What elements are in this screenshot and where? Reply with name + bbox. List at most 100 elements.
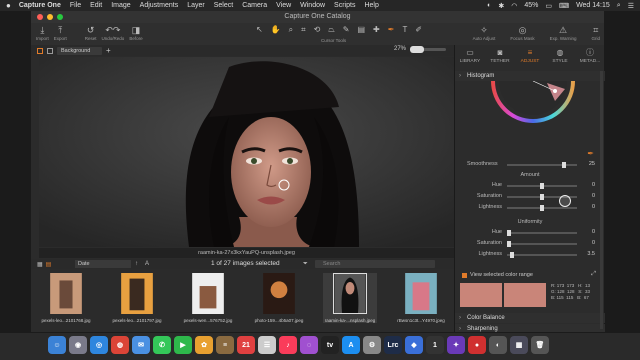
mail-icon[interactable]: ✉ — [132, 336, 150, 354]
zoom-tool-icon[interactable]: ⌕ — [289, 25, 293, 35]
search-icon[interactable]: ⌕ — [617, 2, 621, 10]
keystone-tool-icon[interactable]: ⏢ — [328, 25, 334, 35]
menu-window[interactable]: Window — [300, 2, 325, 9]
checkbox-checked[interactable] — [462, 272, 467, 278]
sort-select[interactable]: Date — [75, 260, 131, 268]
photos-icon[interactable]: ✿ — [195, 336, 213, 354]
finder-icon[interactable]: ☺ — [48, 336, 66, 354]
tv-icon[interactable]: tv — [321, 336, 339, 354]
app-icon[interactable]: ✦ — [447, 336, 465, 354]
tab-library[interactable]: ▭ LIBRARY — [455, 45, 485, 69]
export-button[interactable]: ⤒ Export — [54, 25, 67, 41]
exp-warning-button[interactable]: ⚠ Exp. Warning — [550, 25, 577, 41]
podcasts-icon[interactable]: ◌ — [300, 336, 318, 354]
messages-icon[interactable]: ✆ — [153, 336, 171, 354]
facetime-icon[interactable]: ▶ — [174, 336, 192, 354]
focus-mask-button[interactable]: ◎ Focus Mask — [510, 25, 534, 41]
lightroom-classic-icon[interactable]: Lrc — [384, 336, 402, 354]
picker-icon[interactable]: ✒ — [587, 149, 594, 158]
status-icon[interactable]: ◐ — [487, 2, 491, 9]
tab-adjust[interactable]: ≡ ADJUST — [515, 45, 545, 69]
thumbnail-item[interactable]: pexels-leo...2101768.jpg — [39, 273, 93, 323]
thumbnail-item[interactable]: rBwsn1c3t...Y4970.jpeg — [394, 273, 448, 323]
slider-knob[interactable] — [540, 194, 544, 200]
thumbnail-item[interactable]: photo-159...4b5a07.jpeg — [252, 273, 306, 323]
slider-knob[interactable] — [510, 252, 514, 258]
section-sharpening[interactable]: › Sharpening — [455, 324, 605, 332]
keyboard-icon[interactable]: ⌨ — [559, 2, 569, 10]
reminders-icon[interactable]: ☰ — [258, 336, 276, 354]
uniformity-hue-slider[interactable] — [507, 230, 577, 236]
menu-app-name[interactable]: Capture One — [19, 2, 61, 9]
heal-tool-icon[interactable]: ✚ — [373, 25, 380, 35]
amount-hue-slider[interactable] — [507, 183, 577, 189]
menu-scripts[interactable]: Scripts — [334, 2, 355, 9]
capture-one-icon[interactable]: 1 — [426, 336, 444, 354]
background-select[interactable]: Background — [57, 46, 102, 55]
safari-icon[interactable]: ◎ — [90, 336, 108, 354]
undo-redo-button[interactable]: ↶↷ Undo/Redo — [102, 25, 125, 41]
grid-view-icon[interactable]: ▦ — [37, 261, 43, 268]
menu-view[interactable]: View — [276, 2, 291, 9]
auto-adjust-button[interactable]: ✧ Auto Adjust — [473, 25, 496, 41]
tab-style[interactable]: ◍ STYLE — [545, 45, 575, 69]
app-store-icon[interactable]: A — [342, 336, 360, 354]
multi-view-icon[interactable] — [37, 47, 43, 54]
calendar-icon[interactable]: 21 — [237, 336, 255, 354]
menu-camera[interactable]: Camera — [242, 2, 267, 9]
slider-knob[interactable] — [507, 230, 511, 236]
section-color-balance[interactable]: › Color Balance — [455, 313, 605, 323]
section-histogram[interactable]: › Histogram — [455, 71, 605, 81]
rotate-tool-icon[interactable]: ⟲ — [314, 25, 321, 35]
expand-icon[interactable]: ⤢ — [591, 271, 596, 278]
text-tool-icon[interactable]: T — [402, 25, 407, 35]
slider-knob[interactable] — [540, 183, 544, 189]
control-center-icon[interactable]: ☰ — [628, 2, 634, 10]
chrome-icon[interactable]: ◍ — [111, 336, 129, 354]
app-icon-2[interactable]: ◐ — [489, 336, 507, 354]
uniformity-saturation-slider[interactable] — [507, 241, 577, 247]
clock[interactable]: Wed 14:15 — [576, 2, 610, 9]
panel-scrollbar[interactable] — [600, 71, 603, 329]
menu-edit[interactable]: Edit — [90, 2, 102, 9]
filter-icon[interactable]: ⏷ — [303, 261, 308, 268]
pointer-tool-icon[interactable]: ↖ — [256, 25, 263, 35]
grid-button[interactable]: ⌗ Grid — [591, 25, 600, 41]
annotate-tool-icon[interactable]: ✐ — [415, 25, 422, 35]
search-input[interactable]: Search — [315, 260, 435, 268]
sort-direction-icon[interactable]: ↑ — [135, 261, 138, 267]
menu-adjustments[interactable]: Adjustments — [140, 2, 179, 9]
menu-help[interactable]: Help — [364, 2, 378, 9]
apple-menu-icon[interactable]: ● — [6, 1, 11, 10]
zoom-slider-knob[interactable] — [410, 45, 424, 53]
slider-knob[interactable] — [507, 241, 511, 247]
photoshop-icon[interactable]: ◆ — [405, 336, 423, 354]
image-viewer[interactable] — [39, 57, 454, 247]
gradient-tool-icon[interactable]: ▤ — [357, 25, 365, 35]
slider-knob[interactable] — [540, 205, 544, 211]
menu-file[interactable]: File — [70, 2, 81, 9]
downloads-icon[interactable]: ▦ — [510, 336, 528, 354]
trash-icon[interactable]: 🗑 — [531, 336, 549, 354]
before-button[interactable]: ◨ Before — [129, 25, 142, 41]
pan-tool-icon[interactable]: ✋ — [271, 25, 281, 35]
bluetooth-icon[interactable]: ✱ — [498, 2, 504, 10]
notes-icon[interactable]: ≡ — [216, 336, 234, 354]
smoothness-slider-knob[interactable] — [562, 162, 566, 168]
thumbnail-item[interactable]: pexels-leo...2101797.jpg — [110, 273, 164, 323]
tab-tether[interactable]: ◙ TETHER — [485, 45, 515, 69]
launchpad-icon[interactable]: ◉ — [69, 336, 87, 354]
menu-layer[interactable]: Layer — [187, 2, 205, 9]
crop-tool-icon[interactable]: ⌗ — [301, 25, 306, 35]
single-view-icon[interactable] — [47, 47, 53, 54]
list-view-icon[interactable]: ▤ — [46, 261, 52, 268]
uniformity-lightness-slider[interactable] — [507, 252, 577, 258]
amount-lightness-slider[interactable] — [507, 205, 577, 211]
wifi-icon[interactable]: ◠ — [511, 2, 517, 10]
menu-select[interactable]: Select — [214, 2, 233, 9]
settings-icon[interactable]: ⚙ — [363, 336, 381, 354]
screen-recorder-icon[interactable]: ● — [468, 336, 486, 354]
menu-image[interactable]: Image — [111, 2, 130, 9]
import-button[interactable]: ⤓ Import — [36, 25, 49, 41]
thumbnail-item-selected[interactable]: raamin-ka-...nsplash.jpeg — [323, 273, 377, 323]
